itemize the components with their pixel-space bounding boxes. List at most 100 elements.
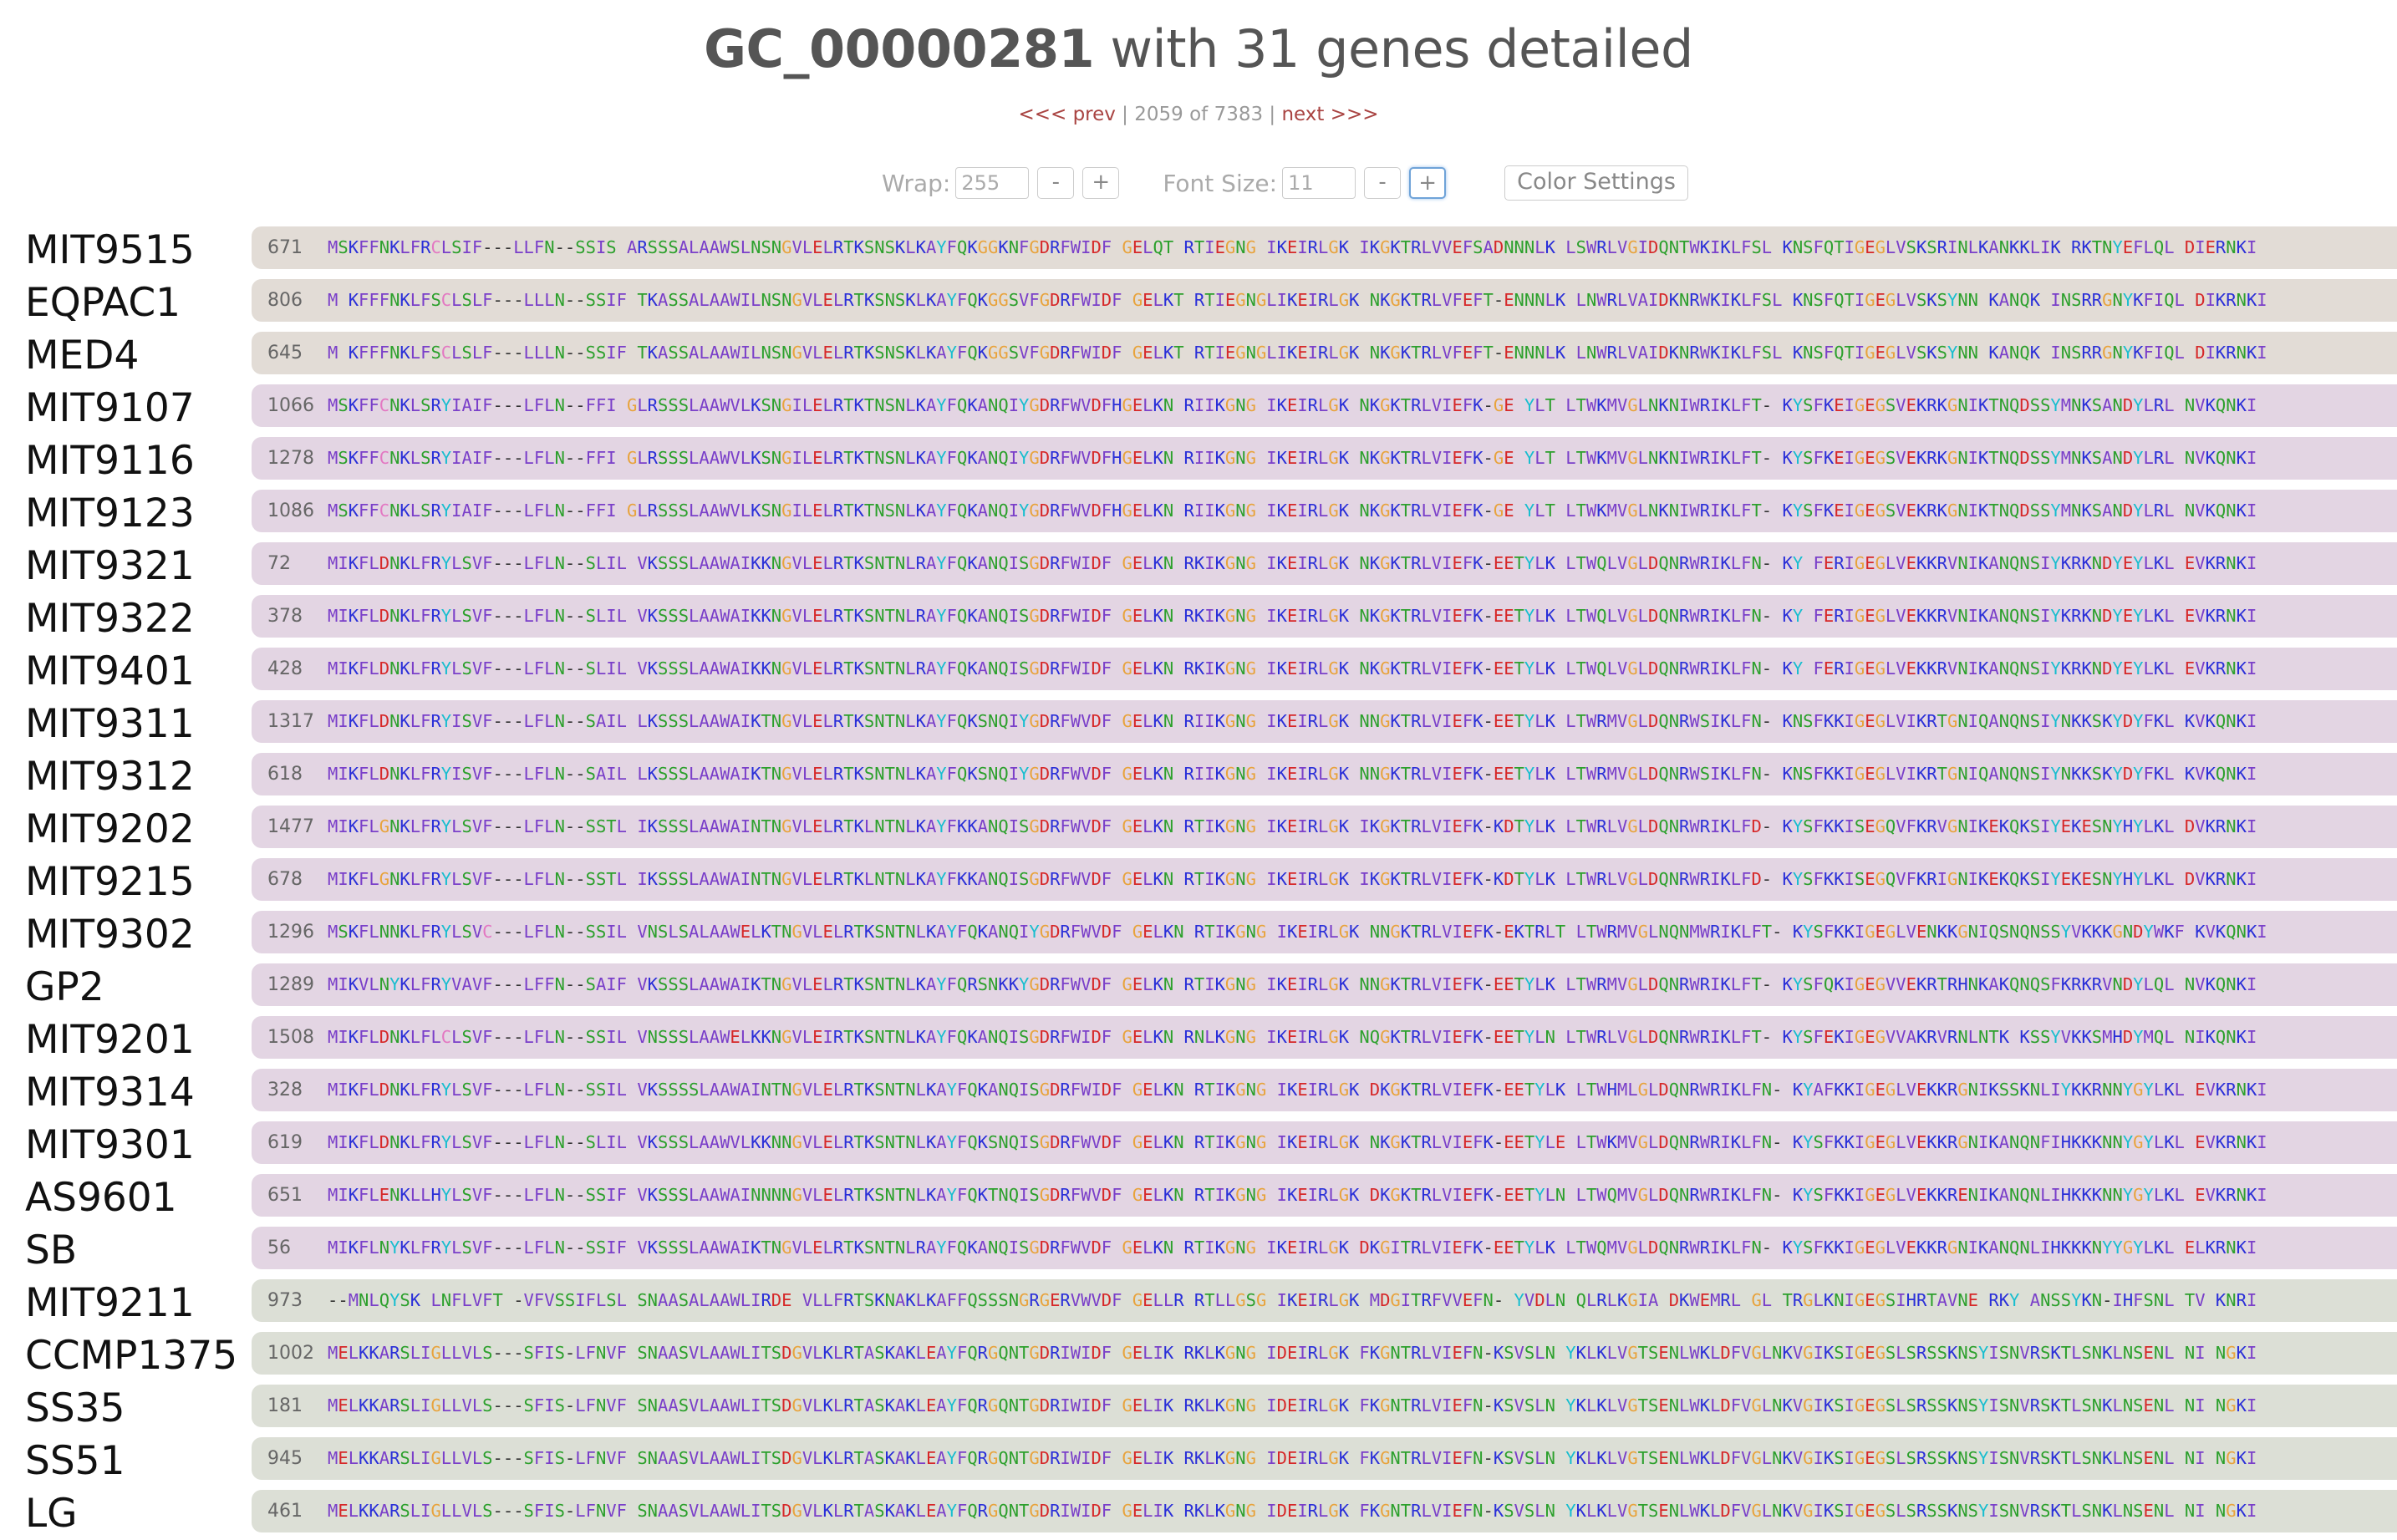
alignment-row: MIT9302 1296 MSKFLNNKLFRYLSVC---LFLN--SSIL… — [0, 908, 2397, 961]
alignment-row: MIT9401 428 MIKFLDNKLFRYLSVF---LFLN--SLIL … — [0, 645, 2397, 698]
alignment-row: MIT9123 1086 MSKFFCNKLSRYIAIF---LFLN--FFI … — [0, 487, 2397, 540]
gene-name: MIT9116 — [25, 438, 195, 484]
alignment-row: GP2 1289 MIKVLNYKLFRYVAVF---LFFN--SAIF VKS… — [0, 961, 2397, 1014]
gene-name: MIT9322 — [25, 596, 195, 642]
sequence-start-position: 678 — [267, 869, 303, 890]
protein-sequence: MSKFFCNKLSRYIAIF---LFLN--FFI GLRSSSLAAWV… — [328, 448, 2257, 468]
gene-name: GP2 — [25, 964, 104, 1010]
sequence-start-position: 1086 — [267, 501, 314, 521]
page-position: 2059 of 7383 — [1134, 104, 1264, 125]
sequence-start-position: 618 — [267, 764, 303, 785]
alignment-row: MIT9202 1477 MIKFLGNKLFRYLSVF---LFLN--SSTL… — [0, 803, 2397, 856]
alignment-row: MIT9322 378 MIKFLDNKLFRYLSVF---LFLN--SLIL … — [0, 592, 2397, 645]
sequence-start-position: 56 — [267, 1238, 291, 1258]
gene-name: MIT9107 — [25, 385, 195, 431]
alignment-row: MIT9311 1317 MIKFLDNKLFRYISVF---LFLN--SAIL… — [0, 698, 2397, 750]
gene-name: MIT9401 — [25, 648, 195, 694]
gene-name: CCMP1375 — [25, 1333, 238, 1379]
alignment-rows: MIT9515 671 MSKFFNKLFRCLSIF---LLFN--SSIS A… — [0, 224, 2397, 1540]
gene-name: MED4 — [25, 333, 140, 379]
protein-sequence: MIKFLDNKLFRYLSVF---LFLN--SLIL VKSSSLAAWA… — [328, 606, 2257, 626]
protein-sequence: MSKFFCNKLSRYIAIF---LFLN--FFI GLRSSSLAAWV… — [328, 395, 2257, 415]
gene-name: EQPAC1 — [25, 280, 181, 326]
sequence-start-position: 945 — [267, 1448, 303, 1469]
font-size-label: Font Size: — [1163, 169, 1278, 197]
alignment-row: SB 56 MIKFLNYKLFRYLSVF---LFLN--SSIF VKSSSL… — [0, 1224, 2397, 1277]
font-size-input[interactable] — [1282, 167, 1356, 199]
alignment-row: MIT9314 328 MIKFLDNKLFRYLSVF---LFLN--SSIL … — [0, 1066, 2397, 1119]
wrap-input[interactable] — [955, 167, 1030, 199]
alignment-row: MIT9116 1278 MSKFFCNKLSRYIAIF---LFLN--FFI … — [0, 435, 2397, 487]
alignment-row: MIT9215 678 MIKFLGNKLFRYLSVF---LFLN--SSTL … — [0, 856, 2397, 908]
protein-sequence: MIKFLDNKLFLCLSVF---LFLN--SSIL VNSSSLAAWE… — [328, 1027, 2257, 1047]
gene-name: SS35 — [25, 1385, 125, 1431]
gene-name: MIT9311 — [25, 701, 195, 747]
sequence-start-position: 328 — [267, 1080, 303, 1100]
protein-sequence: MIKFLGNKLFRYLSVF---LFLN--SSTL IKSSSLAAWA… — [328, 869, 2257, 889]
sequence-start-position: 181 — [267, 1395, 303, 1416]
protein-sequence: MELKKARSLIGLLVLS---SFIS-LFNVF SNAASVLAAW… — [328, 1501, 2257, 1521]
sequence-start-position: 1066 — [267, 395, 314, 416]
protein-sequence: MIKFLENKLLHYLSVF---LFLN--SSIF VKSSSLAAWA… — [328, 1185, 2267, 1205]
alignment-row: MIT9107 1066 MSKFFCNKLSRYIAIF---LFLN--FFI … — [0, 382, 2397, 435]
protein-sequence: MIKFLDNKLFRYLSVF---LFLN--SLIL VKSSSLAAWA… — [328, 553, 2257, 573]
protein-sequence: MIKFLDNKLFRYLSVF---LFLN--SLIL VKSSSLAAWA… — [328, 658, 2257, 679]
font-size-group: Font Size: - + — [1163, 167, 1447, 199]
sequence-start-position: 1289 — [267, 974, 314, 995]
protein-sequence: MIKFLDNKLFRYISVF---LFLN--SAIL LKSSSLAAWA… — [328, 764, 2257, 784]
protein-sequence: MIKFLDNKLFRYLSVF---LFLN--SSIL VKSSSSLAAW… — [328, 1080, 2267, 1100]
protein-sequence: MELKKARSLIGLLVLS---SFIS-LFNVF SNAASVLAAW… — [328, 1395, 2257, 1415]
sequence-start-position: 973 — [267, 1290, 303, 1311]
gene-name: MIT9201 — [25, 1017, 195, 1063]
alignment-row: MIT9201 1508 MIKFLDNKLFLCLSVF---LFLN--SSIL… — [0, 1014, 2397, 1066]
sequence-start-position: 1296 — [267, 922, 314, 943]
gene-name: MIT9321 — [25, 543, 195, 589]
sequence-start-position: 806 — [267, 290, 303, 311]
gene-name: MIT9312 — [25, 754, 195, 800]
sequence-start-position: 1002 — [267, 1343, 314, 1364]
protein-sequence: MSKFLNNKLFRYLSVC---LFLN--SSIL VNSLSALAAW… — [328, 922, 2267, 942]
alignment-row: MIT9301 619 MIKFLDNKLFRYLSVF---LFLN--SLIL … — [0, 1119, 2397, 1172]
pager-separator: | — [1115, 104, 1135, 125]
gene-name: SS51 — [25, 1438, 125, 1484]
gene-name: AS9601 — [25, 1175, 177, 1221]
alignment-row: CCMP1375 1002 MELKKARSLIGLLVLS---SFIS-LFNV… — [0, 1329, 2397, 1382]
wrap-increase-button[interactable]: + — [1082, 167, 1120, 199]
gene-name: MIT9302 — [25, 912, 195, 958]
sequence-start-position: 461 — [267, 1501, 303, 1522]
gene-name: MIT9301 — [25, 1122, 195, 1168]
color-settings-button[interactable]: Color Settings — [1504, 165, 1688, 201]
prev-link[interactable]: <<< prev — [1018, 104, 1115, 125]
protein-sequence: M KFFFNKLFSCLSLF---LLLN--SSIF TKASSALAAW… — [328, 343, 2267, 363]
alignment-row: MED4 645 M KFFFNKLFSCLSLF---LLLN--SSIF TKA… — [0, 329, 2397, 382]
alignment-row: SS51 945 MELKKARSLIGLLVLS---SFIS-LFNVF SNA… — [0, 1435, 2397, 1487]
alignment-row: SS35 181 MELKKARSLIGLLVLS---SFIS-LFNVF SNA… — [0, 1382, 2397, 1435]
wrap-label: Wrap: — [882, 169, 951, 197]
gene-name: SB — [25, 1227, 78, 1273]
cluster-subtitle: with 31 genes detailed — [1110, 18, 1693, 79]
alignment-row: MIT9312 618 MIKFLDNKLFRYISVF---LFLN--SAIL … — [0, 750, 2397, 803]
protein-sequence: MSKFFNKLFRCLSIF---LLFN--SSIS ARSSSALAAWS… — [328, 237, 2257, 257]
protein-sequence: M KFFFNKLFSCLSLF---LLLN--SSIF TKASSALAAW… — [328, 290, 2267, 310]
protein-sequence: MIKFLNYKLFRYLSVF---LFLN--SSIF VKSSSLAAWA… — [328, 1238, 2257, 1258]
wrap-decrease-button[interactable]: - — [1037, 167, 1075, 199]
next-link[interactable]: next >>> — [1281, 104, 1378, 125]
gene-name: MIT9314 — [25, 1070, 195, 1116]
alignment-row: MIT9211 973 --MNLQYSK LNFLVFT -VFVSSIFLSL … — [0, 1277, 2397, 1329]
protein-sequence: --MNLQYSK LNFLVFT -VFVSSIFLSL SNAASALAAW… — [328, 1290, 2257, 1310]
sequence-start-position: 72 — [267, 553, 291, 574]
sequence-start-position: 651 — [267, 1185, 303, 1206]
pager-separator: | — [1263, 104, 1282, 125]
font-size-increase-button[interactable]: + — [1409, 167, 1447, 199]
gene-name: LG — [25, 1491, 78, 1537]
sequence-start-position: 378 — [267, 606, 303, 627]
sequence-start-position: 671 — [267, 237, 303, 258]
alignment-row: MIT9515 671 MSKFFNKLFRCLSIF---LLFN--SSIS A… — [0, 224, 2397, 277]
alignment-row: EQPAC1 806 M KFFFNKLFSCLSLF---LLLN--SSIF T… — [0, 277, 2397, 329]
cluster-id: GC_00000281 — [704, 18, 1095, 79]
font-size-decrease-button[interactable]: - — [1364, 167, 1402, 199]
protein-sequence: MIKFLDNKLFRYISVF---LFLN--SAIL LKSSSLAAWA… — [328, 711, 2257, 731]
protein-sequence: MELKKARSLIGLLVLS---SFIS-LFNVF SNAASVLAAW… — [328, 1343, 2257, 1363]
protein-sequence: MIKFLDNKLFRYLSVF---LFLN--SLIL VKSSSLAAWV… — [328, 1132, 2267, 1152]
gene-name: MIT9515 — [25, 227, 195, 273]
